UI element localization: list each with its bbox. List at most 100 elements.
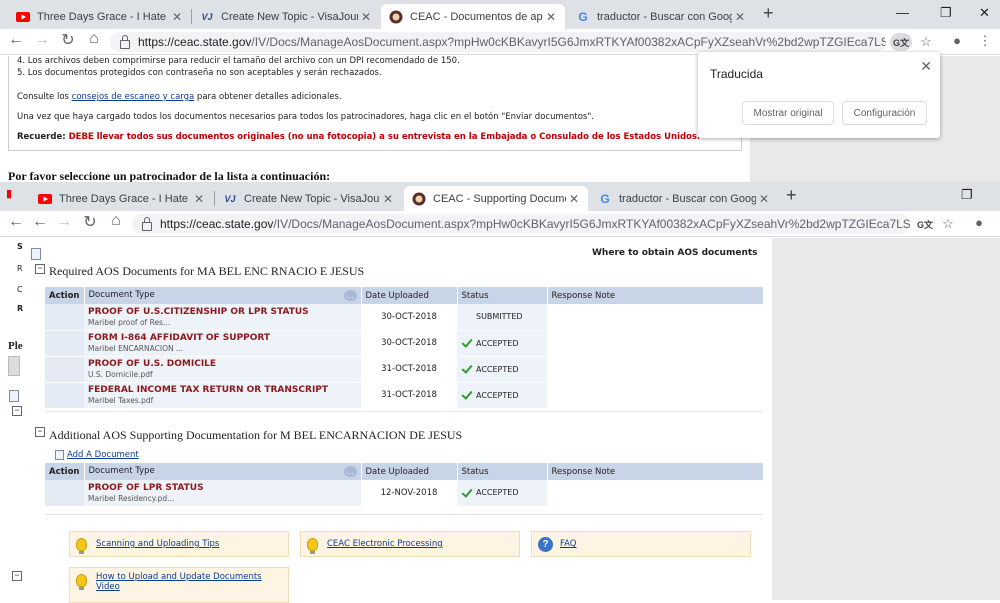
close-icon[interactable]: ✕ [566, 192, 582, 206]
front-tab-google[interactable]: G traductor - Buscar con Google ✕ [590, 186, 778, 211]
add-document-icon[interactable] [55, 450, 64, 460]
front-tab-visajourney[interactable]: VJ Create New Topic - VisaJourney ✕ [215, 186, 402, 211]
maximize-button[interactable]: ❐ [940, 5, 952, 21]
star-icon[interactable]: ☆ [939, 216, 957, 232]
close-icon[interactable]: ✕ [756, 192, 772, 206]
scanning-tips-link[interactable]: Scanning and Uploading Tips [96, 539, 219, 549]
translate-icon[interactable]: G文 [914, 215, 936, 233]
status-cell: ACCEPTED [457, 356, 547, 383]
collapse-additional-icon[interactable]: − [35, 427, 45, 437]
status-cell: ACCEPTED [457, 330, 547, 357]
close-icon[interactable]: ✕ [191, 192, 207, 206]
home-icon[interactable]: ⌂ [84, 30, 104, 48]
new-tab-button[interactable]: + [763, 3, 774, 24]
file-link[interactable]: Maribel Taxes.pdf [88, 396, 357, 405]
table-row[interactable]: FORM I-864 AFFIDAVIT OF SUPPORT Maribel E… [45, 330, 763, 357]
table-row[interactable]: FEDERAL INCOME TAX RETURN OR TRANSCRIPT M… [45, 382, 763, 409]
add-document-link[interactable]: Add A Document [67, 450, 139, 460]
back-arrow-icon-2[interactable]: ← [30, 213, 50, 231]
remember-text: Recuerde: DEBE llevar todos sus document… [17, 132, 701, 142]
table-row[interactable]: PROOF OF U.S. DOMICILE U.S. Domicile.pdf … [45, 356, 763, 383]
address-bar[interactable]: https://ceac.state.gov/IV/Docs/ManageAos… [110, 32, 886, 52]
header-status: Status [457, 287, 548, 304]
star-icon[interactable]: ☆ [917, 34, 935, 50]
file-link[interactable]: Maribel ENCARNACION ... [88, 344, 357, 353]
back-tab-ceac[interactable]: CEAC - Documentos de apoyo ✕ [381, 4, 565, 29]
where-to-obtain-link[interactable]: Where to obtain AOS documents [592, 248, 758, 258]
front-tab-youtube[interactable]: Three Days Grace - I Hate Everyti ✕ [30, 186, 213, 211]
scanning-tips-box[interactable]: Scanning and Uploading Tips [69, 531, 289, 557]
action-cell[interactable] [45, 382, 84, 409]
file-link[interactable]: U.S. Domicile.pdf [88, 370, 357, 379]
status-badge: ACCEPTED [476, 488, 519, 498]
once-uploaded-text: Una vez que haya cargado todos los docum… [17, 112, 594, 122]
account-icon[interactable]: ● [970, 215, 988, 230]
divider [45, 514, 763, 515]
close-icon[interactable]: ✕ [920, 58, 932, 75]
faq-box[interactable]: ? FAQ [531, 531, 751, 557]
close-icon[interactable]: ✕ [543, 10, 559, 24]
table-row[interactable]: PROOF OF LPR STATUS Maribel Residency.pd.… [45, 480, 763, 507]
file-link[interactable]: Maribel proof of Res... [88, 318, 357, 327]
scanning-tips-link[interactable]: consejos de escaneo y carga [72, 92, 195, 102]
additional-documents-table: Action Document Type… Date Uploaded Stat… [45, 463, 764, 507]
document-cell: FEDERAL INCOME TAX RETURN OR TRANSCRIPT M… [84, 382, 361, 409]
lightbulb-icon [76, 537, 87, 554]
back-tab-visajourney[interactable]: VJ Create New Topic - VisaJourney ✕ [192, 4, 380, 29]
menu-icon[interactable]: ⋮ [976, 33, 994, 49]
comment-icon: … [343, 290, 357, 301]
ceac-electronic-link[interactable]: CEAC Electronic Processing [327, 539, 443, 549]
back-arrow-icon[interactable]: ← [6, 31, 26, 49]
file-link[interactable]: Maribel Residency.pd... [88, 494, 357, 503]
faq-link[interactable]: FAQ [560, 539, 576, 549]
minimize-button[interactable]: — [896, 5, 909, 20]
additional-section-title: Additional AOS Supporting Documentation … [49, 428, 463, 442]
translate-settings-button[interactable]: Configuración [842, 101, 927, 125]
status-badge: ACCEPTED [476, 364, 519, 374]
collapse-icon[interactable]: − [12, 406, 22, 416]
left-strip-text: R [17, 264, 23, 273]
note-cell [547, 356, 763, 383]
close-icon[interactable]: ✕ [169, 10, 185, 24]
note-cell [547, 330, 763, 357]
reload-icon[interactable]: ↻ [80, 212, 100, 232]
restore-button[interactable]: ❐ [961, 187, 973, 203]
sponsor-select-fragment[interactable] [8, 356, 20, 376]
forward-arrow-icon[interactable]: → [32, 31, 52, 49]
visajourney-icon: VJ [224, 193, 236, 204]
document-cell: PROOF OF U.S. DOMICILE U.S. Domicile.pdf [84, 356, 361, 383]
address-bar[interactable]: https://ceac.state.gov/IV/Docs/ManageAos… [132, 214, 910, 234]
url-path: /IV/Docs/ManageAosDocument.aspx?mpHw0cKB… [273, 217, 910, 231]
back-tab-google[interactable]: G traductor - Buscar con Google ✕ [568, 4, 754, 29]
ceac-electronic-box[interactable]: CEAC Electronic Processing [300, 531, 520, 557]
reload-icon[interactable]: ↻ [58, 30, 78, 50]
home-icon[interactable]: ⌂ [106, 212, 126, 230]
action-cell[interactable] [45, 330, 84, 357]
forward-arrow-icon[interactable]: → [54, 213, 74, 231]
front-tab-ceac[interactable]: CEAC - Supporting Documents ✕ [404, 186, 588, 211]
action-cell[interactable] [45, 480, 84, 507]
upload-video-box[interactable]: How to Upload and Update Documents Video [69, 567, 289, 603]
table-header-row: Action Document Type… Date Uploaded Stat… [45, 463, 764, 480]
status-badge: ACCEPTED [476, 338, 519, 348]
document-cell: FORM I-864 AFFIDAVIT OF SUPPORT Maribel E… [84, 330, 361, 357]
collapse-icon[interactable]: − [12, 571, 22, 581]
action-cell[interactable] [45, 304, 84, 331]
back-tab-youtube[interactable]: Three Days Grace - I Hate Everyti ✕ [8, 4, 191, 29]
close-icon[interactable]: ✕ [358, 10, 374, 24]
close-icon[interactable]: ✕ [732, 10, 748, 24]
left-strip-text: Ple [8, 340, 23, 352]
close-window-button[interactable]: ✕ [979, 5, 990, 21]
upload-video-link[interactable]: How to Upload and Update Documents Video [96, 572, 276, 592]
table-row[interactable]: PROOF OF U.S.CITIZENSHIP OR LPR STATUS Ma… [45, 304, 763, 331]
back-tabstrip: Three Days Grace - I Hate Everyti ✕ VJ C… [0, 0, 1000, 29]
collapse-required-icon[interactable]: − [35, 264, 45, 274]
action-cell[interactable] [45, 356, 84, 383]
new-tab-button[interactable]: + [786, 185, 797, 206]
translate-icon[interactable]: G文 [890, 33, 912, 51]
required-section-title: Required AOS Documents for MA BEL ENC RN… [49, 264, 365, 278]
close-icon[interactable]: ✕ [380, 192, 396, 206]
account-icon[interactable]: ● [948, 33, 966, 48]
back-arrow-icon[interactable]: ← [6, 213, 26, 231]
show-original-button[interactable]: Mostrar original [742, 101, 834, 125]
